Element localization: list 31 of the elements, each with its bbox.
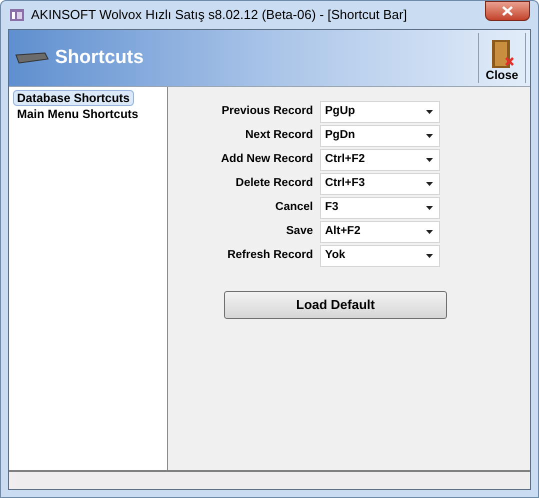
shortcut-dropdown[interactable]: Ctrl+F2	[320, 149, 440, 171]
dropdown-arrow-icon	[426, 182, 433, 186]
field-label: Refresh Record	[226, 248, 313, 264]
close-button[interactable]	[485, 1, 530, 21]
shortcut-dropdown[interactable]: PgUp	[320, 101, 440, 123]
shortcut-dropdown[interactable]: Ctrl+F3	[320, 173, 440, 195]
close-panel-button[interactable]: Close	[478, 33, 526, 83]
field-label: Previous Record	[220, 104, 313, 120]
dropdown-arrow-icon	[426, 206, 433, 210]
field-label: Add New Record	[220, 152, 313, 168]
window-title: AKINSOFT Wolvox Hızlı Satış s8.02.12 (Beta-06) - [Shortcut Bar]	[31, 6, 407, 24]
header-title: Shortcuts	[55, 46, 144, 70]
dropdown-arrow-icon	[426, 110, 433, 114]
field-label: Save	[285, 224, 313, 240]
field-label: Next Record	[244, 128, 313, 144]
dropdown-arrow-icon	[426, 158, 433, 162]
field-label: Cancel	[274, 200, 313, 216]
sidebar-item[interactable]: Database Shortcuts	[13, 90, 134, 106]
shortcut-dropdown[interactable]: PgDn	[320, 125, 440, 147]
shortcut-dropdown[interactable]: Yok	[320, 245, 440, 267]
close-icon	[502, 6, 513, 16]
load-default-button[interactable]: Load Default	[224, 291, 447, 319]
sidebar-item[interactable]: Main Menu Shortcuts	[13, 106, 142, 122]
shortcut-dropdown[interactable]: Alt+F2	[320, 221, 440, 243]
dropdown-arrow-icon	[426, 230, 433, 234]
field-label: Delete Record	[234, 176, 313, 192]
dropdown-arrow-icon	[426, 254, 433, 258]
shortcut-dropdown[interactable]: F3	[320, 197, 440, 219]
app-icon	[9, 7, 25, 23]
dropdown-arrow-icon	[426, 134, 433, 138]
door-icon	[489, 39, 515, 69]
